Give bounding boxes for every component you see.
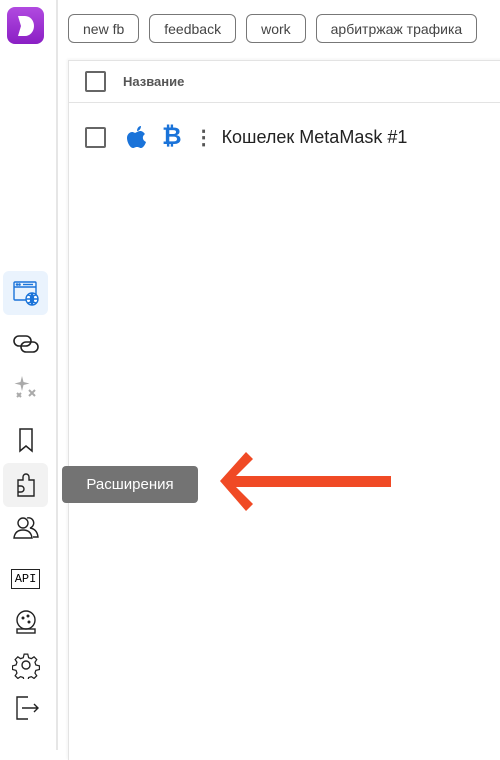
crystal-ball-icon [15, 610, 36, 634]
column-name-header[interactable]: Название [123, 74, 184, 89]
api-icon: API [10, 569, 41, 589]
sparkles-icon [14, 376, 36, 398]
tooltip: Расширения [62, 466, 198, 503]
sidebar-item-settings[interactable] [3, 643, 48, 687]
bitcoin-icon: ₿ [162, 123, 182, 150]
browser-globe-icon [12, 281, 39, 306]
annotation-arrow-icon [220, 452, 391, 511]
sidebar: API [0, 0, 58, 750]
logout-icon [15, 696, 39, 720]
sidebar-item-proxies[interactable] [3, 322, 48, 366]
gear-icon [11, 653, 40, 679]
row-checkbox[interactable] [85, 126, 106, 148]
sidebar-item-extensions[interactable] [3, 463, 48, 507]
bookmark-icon [18, 428, 33, 453]
sidebar-item-fortune[interactable] [3, 600, 48, 644]
sidebar-item-browser-profiles[interactable] [3, 271, 48, 315]
profiles-table: Название ₿ ⋮ Кошелек MetaMask #1 [68, 60, 500, 760]
table-row[interactable]: ₿ ⋮ Кошелек MetaMask #1 [69, 103, 500, 171]
sidebar-item-team[interactable] [3, 506, 48, 550]
tag-feedback[interactable]: feedback [149, 14, 237, 43]
link-icon [12, 335, 39, 353]
sidebar-item-api[interactable]: API [3, 557, 48, 601]
puzzle-icon [16, 473, 35, 497]
users-icon [12, 517, 39, 539]
tag-work[interactable]: work [246, 14, 306, 43]
tag-new-fb[interactable]: new fb [68, 14, 140, 43]
logo[interactable] [7, 7, 44, 44]
sidebar-item-automation[interactable] [3, 366, 48, 410]
tag-traffic-arbitrage[interactable]: арбитржаж трафика [315, 14, 478, 43]
apple-icon [127, 126, 146, 148]
profile-name[interactable]: Кошелек MetaMask #1 [222, 127, 408, 148]
select-all-checkbox[interactable] [85, 71, 106, 92]
sidebar-item-logout[interactable] [3, 686, 48, 730]
sidebar-item-bookmarks[interactable] [3, 418, 48, 462]
table-header: Название [69, 61, 500, 103]
more-vertical-icon[interactable]: ⋮ [194, 125, 214, 150]
tag-filter-bar: new fb feedback work арбитржаж трафика [68, 14, 478, 43]
